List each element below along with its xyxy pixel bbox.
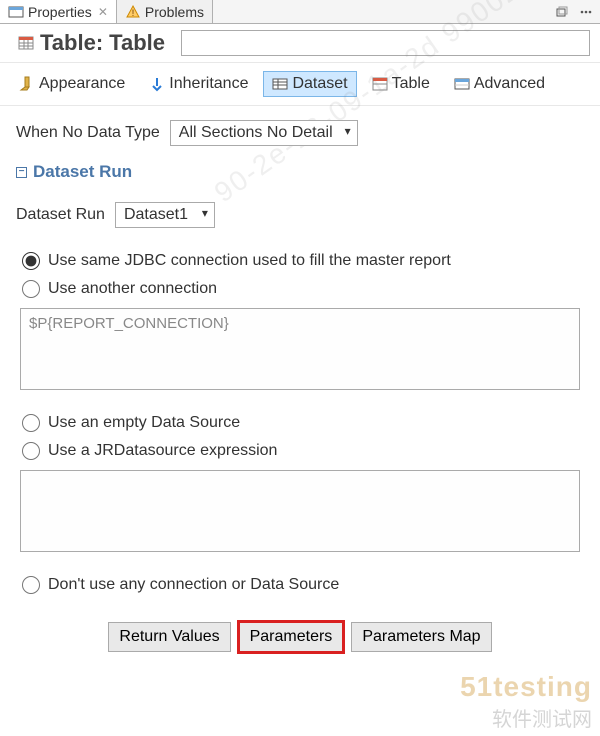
when-no-data-row: When No Data Type All Sections No Detail (16, 120, 584, 146)
tab-label: Problems (145, 4, 204, 20)
radio-empty-ds[interactable] (22, 414, 40, 432)
title-input[interactable] (181, 30, 590, 56)
content-area: When No Data Type All Sections No Detail… (0, 106, 600, 666)
tab-actions (554, 0, 600, 23)
button-row: Return Values Parameters Parameters Map (16, 622, 584, 652)
subtab-advanced[interactable]: Advanced (445, 71, 554, 97)
subtab-dataset[interactable]: Dataset (263, 71, 356, 97)
option-label: Don't use any connection or Data Source (48, 576, 339, 594)
section-dataset-run[interactable]: − Dataset Run (16, 162, 584, 182)
option-label: Use a JRDatasource expression (48, 442, 277, 460)
option-label: Use an empty Data Source (48, 414, 240, 432)
when-no-data-select[interactable]: All Sections No Detail (170, 120, 358, 146)
inheritance-icon (149, 76, 165, 92)
when-no-data-label: When No Data Type (16, 124, 160, 142)
collapse-icon[interactable]: − (16, 167, 27, 178)
svg-text:!: ! (132, 8, 135, 18)
appearance-icon (19, 76, 35, 92)
subtab-inheritance[interactable]: Inheritance (140, 71, 257, 97)
watermark-brand: 51testing 软件测试网 (460, 671, 592, 732)
dataset-run-select[interactable]: Dataset1 (115, 202, 215, 228)
subtab-label: Inheritance (169, 75, 248, 93)
table-small-icon (372, 76, 388, 92)
subtab-label: Appearance (39, 75, 125, 93)
watermark-brand-text: 51testing (460, 671, 592, 703)
tab-properties[interactable]: Properties ✕ (0, 0, 117, 23)
jrdatasource-expression-box[interactable] (20, 470, 580, 552)
subtab-label: Advanced (474, 75, 545, 93)
property-subtabs: Appearance Inheritance Dataset Table Adv… (0, 63, 600, 106)
subtab-label: Dataset (292, 75, 347, 93)
subtab-table[interactable]: Table (363, 71, 439, 97)
dataset-run-label: Dataset Run (16, 206, 105, 224)
problems-icon: ! (125, 4, 141, 20)
option-empty-datasource[interactable]: Use an empty Data Source (22, 414, 584, 432)
option-label: Use another connection (48, 280, 217, 298)
menu-icon[interactable] (578, 4, 594, 20)
dataset-run-row: Dataset Run Dataset1 (16, 202, 584, 228)
option-same-jdbc[interactable]: Use same JDBC connection used to fill th… (22, 252, 584, 270)
tab-label: Properties (28, 4, 92, 20)
view-tabs: Properties ✕ ! Problems (0, 0, 600, 24)
connection-expression-box[interactable] (20, 308, 580, 390)
option-label: Use same JDBC connection used to fill th… (48, 252, 451, 270)
page-title-label: Table: (40, 30, 103, 56)
advanced-icon (454, 76, 470, 92)
dataset-icon (272, 76, 288, 92)
option-no-connection[interactable]: Don't use any connection or Data Source (22, 576, 584, 594)
watermark-cn-text: 软件测试网 (460, 703, 592, 732)
parameters-button[interactable]: Parameters (239, 622, 344, 652)
subtab-label: Table (392, 75, 430, 93)
close-icon[interactable]: ✕ (98, 5, 108, 19)
tab-problems[interactable]: ! Problems (117, 0, 213, 23)
radio-jr-expr[interactable] (22, 442, 40, 460)
subtab-appearance[interactable]: Appearance (10, 71, 134, 97)
option-another-connection[interactable]: Use another connection (22, 280, 584, 298)
restore-icon[interactable] (554, 4, 570, 20)
properties-icon (8, 4, 24, 20)
return-values-button[interactable]: Return Values (108, 622, 230, 652)
section-label: Dataset Run (33, 162, 132, 182)
page-title-name: Table (109, 30, 165, 56)
radio-no-conn[interactable] (22, 576, 40, 594)
table-icon (18, 35, 34, 51)
radio-another-conn[interactable] (22, 280, 40, 298)
title-row: Table: Table (0, 24, 600, 63)
radio-same-jdbc[interactable] (22, 252, 40, 270)
parameters-map-button[interactable]: Parameters Map (351, 622, 491, 652)
option-jrdatasource-expression[interactable]: Use a JRDatasource expression (22, 442, 584, 460)
